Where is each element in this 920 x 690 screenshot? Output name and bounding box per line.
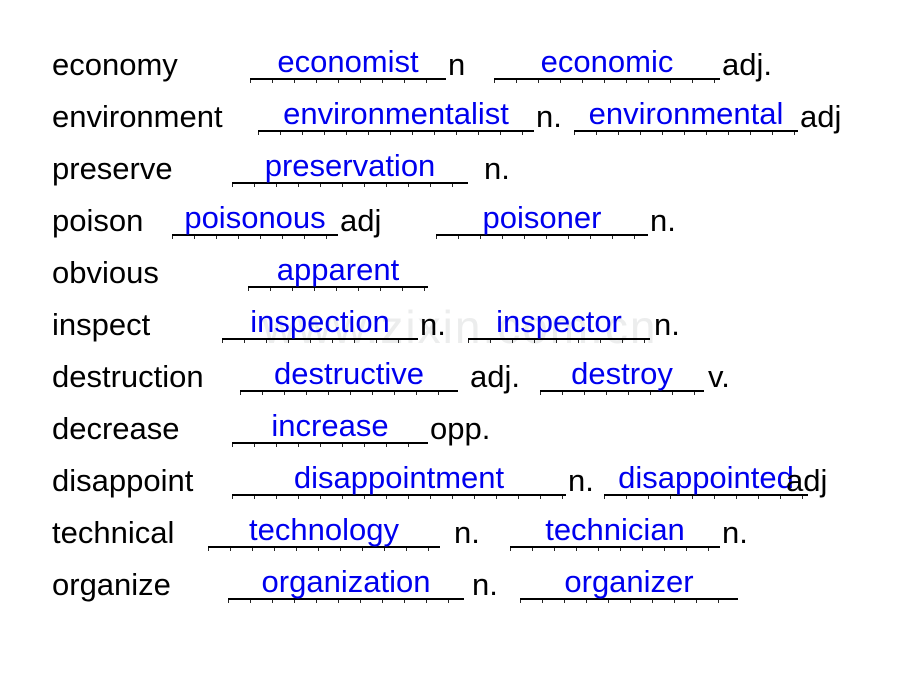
word-form-row: environment environmentalist n. environm… — [0, 80, 920, 135]
prompt-word: decrease — [52, 411, 180, 446]
answer-blank[interactable]: disappointment — [232, 462, 566, 499]
answer-blank[interactable]: inspector — [468, 306, 650, 343]
answer-blank[interactable]: technician — [510, 514, 720, 551]
word-form-row: decrease increase opp. — [0, 392, 920, 447]
answer-blank[interactable]: increase — [232, 410, 428, 447]
worksheet-slide: www.zixin.com.cn economy economist n eco… — [0, 0, 920, 690]
part-of-speech-tag: n. — [484, 151, 510, 186]
part-of-speech-tag: adj. — [470, 359, 520, 394]
part-of-speech-tag: opp. — [430, 411, 491, 446]
word-form-row: obvious apparent — [0, 236, 920, 291]
word-form-row: preserve preservation n. — [0, 132, 920, 187]
prompt-word: environment — [52, 99, 223, 134]
answer-blank[interactable]: apparent — [248, 254, 428, 291]
answer-blank[interactable]: poisoner — [436, 202, 648, 239]
prompt-word: organize — [52, 567, 171, 602]
word-form-row: destruction destructive adj. destroy v. — [0, 340, 920, 395]
answer-blank[interactable]: environmentalist — [258, 98, 534, 135]
prompt-word: preserve — [52, 151, 173, 186]
answer-blank[interactable]: destroy — [540, 358, 704, 395]
part-of-speech-tag: n. — [472, 567, 498, 602]
answer-blank[interactable]: organization — [228, 566, 464, 603]
answer-blank[interactable]: organizer — [520, 566, 738, 603]
prompt-word: destruction — [52, 359, 204, 394]
part-of-speech-tag: n. — [654, 307, 680, 342]
part-of-speech-tag: adj — [340, 203, 382, 238]
prompt-word: technical — [52, 515, 175, 550]
prompt-word: obvious — [52, 255, 159, 290]
word-form-row: technical technology n. technician n. — [0, 496, 920, 551]
part-of-speech-tag: adj — [786, 463, 828, 498]
prompt-word: economy — [52, 47, 178, 82]
part-of-speech-tag: n. — [536, 99, 562, 134]
part-of-speech-tag: v. — [708, 359, 730, 394]
part-of-speech-tag: adj — [800, 99, 842, 134]
part-of-speech-tag: adj. — [722, 47, 772, 82]
answer-blank[interactable]: economist — [250, 46, 446, 83]
answer-blank[interactable]: economic — [494, 46, 720, 83]
word-form-row: economy economist n economic adj. — [0, 28, 920, 83]
part-of-speech-tag: n. — [568, 463, 594, 498]
prompt-word: disappoint — [52, 463, 194, 498]
prompt-word: poison — [52, 203, 144, 238]
answer-blank[interactable]: technology — [208, 514, 440, 551]
part-of-speech-tag: n. — [650, 203, 676, 238]
answer-blank[interactable]: disappointed — [604, 462, 808, 499]
word-form-row: organize organization n. organizer — [0, 548, 920, 603]
part-of-speech-tag: n — [448, 47, 466, 82]
prompt-word: inspect — [52, 307, 151, 342]
answer-blank[interactable]: preservation — [232, 150, 468, 187]
part-of-speech-tag: n. — [454, 515, 480, 550]
word-form-row: inspect inspection n. inspector n. — [0, 288, 920, 343]
answer-blank[interactable]: poisonous — [172, 202, 338, 239]
part-of-speech-tag: n. — [722, 515, 748, 550]
word-form-row: poison poisonous adj poisoner n. — [0, 184, 920, 239]
answer-blank[interactable]: inspection — [222, 306, 418, 343]
answer-blank[interactable]: environmental — [574, 98, 798, 135]
answer-blank[interactable]: destructive — [240, 358, 458, 395]
part-of-speech-tag: n. — [420, 307, 446, 342]
word-form-row: disappoint disappointment n. disappointe… — [0, 444, 920, 499]
